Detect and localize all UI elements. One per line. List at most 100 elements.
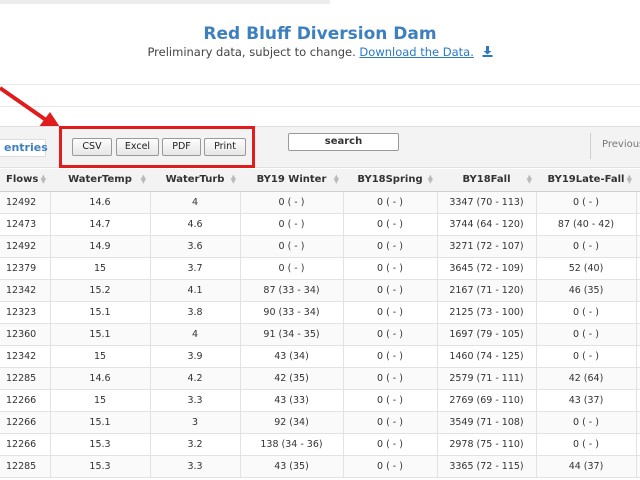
table-cell: 0 ( - ) — [536, 301, 637, 324]
column-header-overflow — [636, 169, 640, 192]
divider — [0, 84, 640, 85]
table-cell: 42 (35) — [240, 367, 344, 390]
table-cell: 87 (40 - 42) — [536, 213, 637, 236]
table-cell: 0 ( - ) — [343, 191, 438, 214]
table-cell: 3549 (71 - 108) — [437, 411, 537, 434]
table-cell: 3347 (70 - 113) — [437, 191, 537, 214]
table-cell: 12266 — [0, 433, 51, 456]
table-cell: 3.3 — [150, 455, 241, 478]
sort-icon: ▲ ▼ — [626, 173, 632, 185]
table-cell: 3.2 — [150, 433, 241, 456]
pdf-button[interactable]: PDF — [162, 138, 201, 156]
table-cell: 0 ( - ) — [536, 235, 637, 258]
table-cell: 12285 — [0, 455, 51, 478]
table-cell: 4 — [150, 323, 241, 346]
table-row: 12342 15 3.9 43 (34) 0 ( - ) 1460 (74 - 125) 0… — [0, 345, 640, 368]
table-cell: 3645 (72 - 109) — [437, 257, 537, 280]
table-cell-overflow — [636, 455, 640, 478]
table-cell-overflow — [636, 257, 640, 280]
table-cell: 0 ( - ) — [343, 279, 438, 302]
table-cell: 15 — [50, 389, 151, 412]
table-cell-overflow — [636, 301, 640, 324]
table-cell-overflow — [636, 279, 640, 302]
table-cell: 0 ( - ) — [536, 191, 637, 214]
top-strip — [0, 0, 330, 4]
column-header[interactable]: BY18Fall ▲ ▼ — [437, 169, 536, 192]
table-cell-overflow — [636, 433, 640, 456]
table-body: 12492 14.6 4 0 ( - ) 0 ( - ) 3347 (70 - 113) 0… — [0, 191, 640, 478]
table-cell: 15.1 — [50, 411, 151, 434]
previous-page-button[interactable]: Previous — [602, 139, 640, 150]
table-cell: 3271 (72 - 107) — [437, 235, 537, 258]
column-header-label: WaterTemp — [68, 174, 132, 186]
table-cell: 12360 — [0, 323, 51, 346]
table-cell: 15.1 — [50, 323, 151, 346]
table-toolbar: entries CSV Excel PDF Print search Previ… — [0, 126, 640, 168]
print-button[interactable]: Print — [204, 138, 246, 156]
table-cell: 12342 — [0, 279, 51, 302]
search-input[interactable]: search — [288, 133, 399, 151]
table-cell: 12285 — [0, 367, 51, 390]
column-header[interactable]: WaterTurb ▲ ▼ — [150, 169, 240, 192]
table-cell: 15 — [50, 345, 151, 368]
table-cell: 14.7 — [50, 213, 151, 236]
column-header-label: Flows — [6, 174, 39, 186]
table-cell: 90 (33 - 34) — [240, 301, 344, 324]
table-cell: 12342 — [0, 345, 51, 368]
table-cell: 0 ( - ) — [343, 213, 438, 236]
table-cell: 44 (37) — [536, 455, 637, 478]
table-row: 12379 15 3.7 0 ( - ) 0 ( - ) 3645 (72 - 109) 5… — [0, 257, 640, 280]
column-header[interactable]: Flows ▲ ▼ — [0, 169, 50, 192]
table-cell: 12492 — [0, 191, 51, 214]
table-row: 12285 14.6 4.2 42 (35) 0 ( - ) 2579 (71 - 111… — [0, 367, 640, 390]
table-cell: 2978 (75 - 110) — [437, 433, 537, 456]
sort-icon: ▲ ▼ — [526, 173, 532, 185]
download-icon[interactable] — [482, 46, 493, 60]
entries-selector[interactable]: entries — [0, 139, 48, 157]
column-header[interactable]: BY19Late-Fall ▲ ▼ — [536, 169, 636, 192]
subtitle-text: Preliminary data, subject to change. — [147, 45, 356, 59]
column-header-label: BY18Spring — [357, 174, 423, 186]
table-cell: 0 ( - ) — [343, 455, 438, 478]
table-cell: 0 ( - ) — [343, 433, 438, 456]
table-cell-overflow — [636, 345, 640, 368]
table-cell: 0 ( - ) — [240, 213, 344, 236]
table-cell: 15.3 — [50, 433, 151, 456]
table-cell: 3.8 — [150, 301, 241, 324]
table-cell: 0 ( - ) — [240, 235, 344, 258]
table-row: 12266 15.1 3 92 (34) 0 ( - ) 3549 (71 - 108) 0… — [0, 411, 640, 434]
table-cell-overflow — [636, 191, 640, 214]
table-row: 12266 15 3.3 43 (33) 0 ( - ) 2769 (69 - 110) 4… — [0, 389, 640, 412]
table-cell: 4.6 — [150, 213, 241, 236]
table-cell: 14.6 — [50, 191, 151, 214]
table-cell: 1460 (74 - 125) — [437, 345, 537, 368]
table-cell: 2125 (73 - 100) — [437, 301, 537, 324]
table-cell: 3.7 — [150, 257, 241, 280]
csv-button[interactable]: CSV — [72, 138, 112, 156]
table-cell: 4 — [150, 191, 241, 214]
column-header[interactable]: WaterTemp ▲ ▼ — [50, 169, 150, 192]
table-cell: 43 (33) — [240, 389, 344, 412]
column-header-label: BY18Fall — [462, 174, 511, 186]
table-cell: 138 (34 - 36) — [240, 433, 344, 456]
table-cell: 15.3 — [50, 455, 151, 478]
table-cell-overflow — [636, 235, 640, 258]
table-cell: 14.6 — [50, 367, 151, 390]
table-cell: 12473 — [0, 213, 51, 236]
page-title: Red Bluff Diversion Dam — [203, 24, 437, 44]
export-buttons-highlight: CSV Excel PDF Print — [59, 126, 255, 168]
table-cell: 3365 (72 - 115) — [437, 455, 537, 478]
table-cell: 0 ( - ) — [343, 345, 438, 368]
download-data-link[interactable]: Download the Data. — [359, 45, 473, 59]
table-cell: 14.9 — [50, 235, 151, 258]
excel-button[interactable]: Excel — [116, 138, 159, 156]
table-cell: 91 (34 - 35) — [240, 323, 344, 346]
table-cell: 12379 — [0, 257, 51, 280]
table-cell: 2579 (71 - 111) — [437, 367, 537, 390]
column-header[interactable]: BY18Spring ▲ ▼ — [343, 169, 437, 192]
column-header[interactable]: BY19 Winter ▲ ▼ — [240, 169, 343, 192]
table-cell: 15.1 — [50, 301, 151, 324]
table-cell: 0 ( - ) — [536, 433, 637, 456]
table-cell: 0 ( - ) — [343, 389, 438, 412]
column-header-label: WaterTurb — [165, 174, 225, 186]
